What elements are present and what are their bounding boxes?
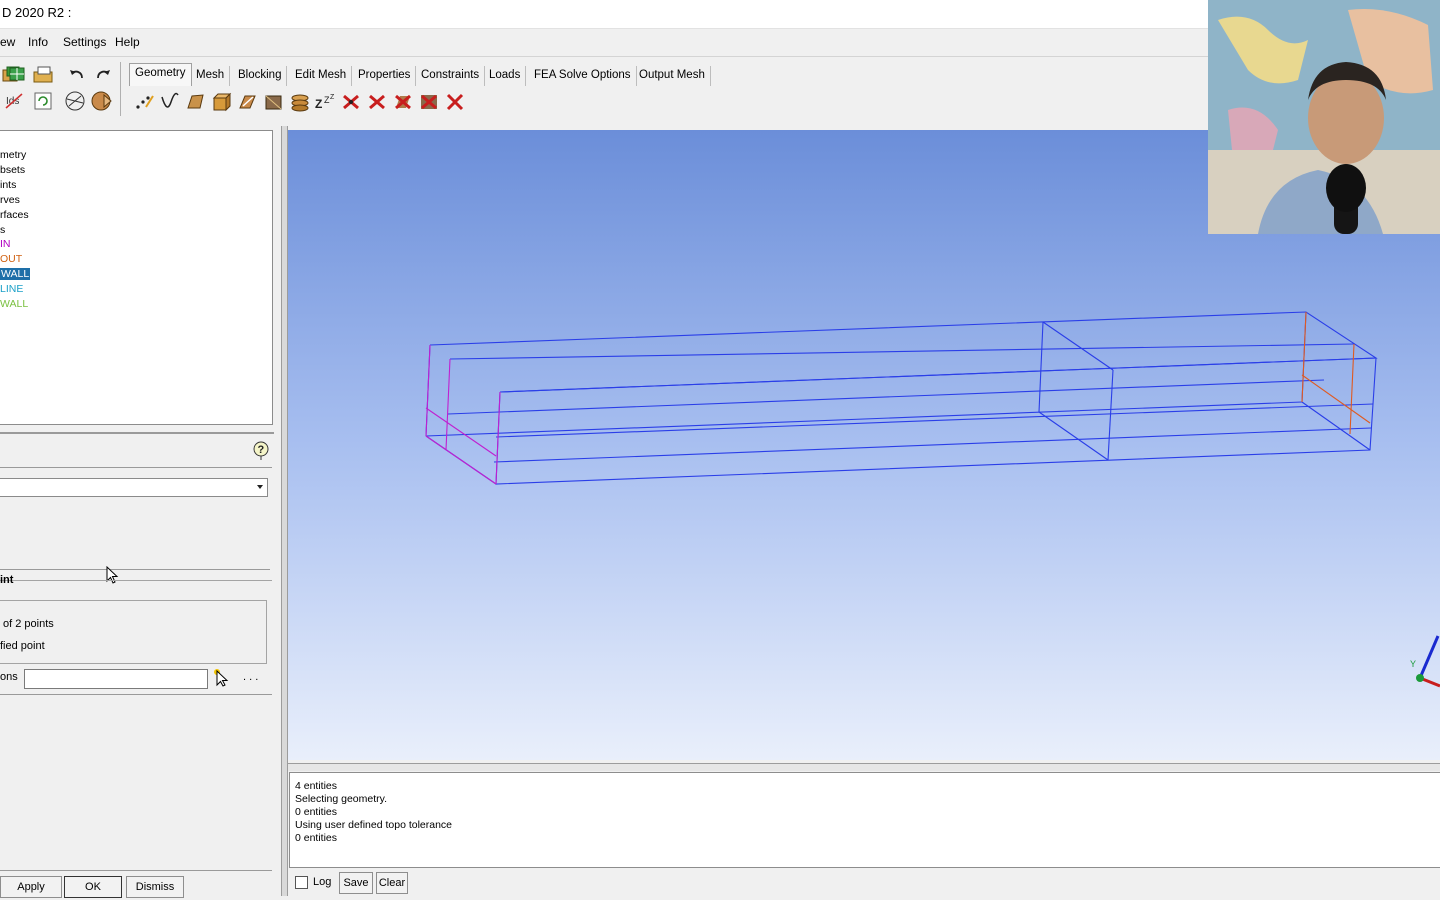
repair-geometry-icon[interactable] <box>237 91 259 113</box>
tree-item-label: IN <box>0 238 11 250</box>
menu-view[interactable]: ew <box>0 35 15 49</box>
tree-item-label: ints <box>0 179 17 191</box>
group-label: int <box>0 574 14 586</box>
tree-item-part-line[interactable]: LINE <box>0 283 23 295</box>
clear-messages-button[interactable]: Clear <box>376 872 408 894</box>
tree-item-label: metry <box>0 149 27 161</box>
menu-help[interactable]: Help <box>115 35 140 49</box>
delete-point-icon[interactable] <box>340 91 362 113</box>
tree-item-label: OUT <box>0 253 23 265</box>
divider <box>0 694 272 695</box>
tab-mesh[interactable]: Mesh <box>191 66 231 86</box>
select-cursor-icon[interactable] <box>212 668 232 691</box>
tree-item-geometry[interactable]: metry <box>0 149 26 161</box>
delete-surface-icon[interactable] <box>392 91 414 113</box>
vertical-splitter[interactable] <box>281 126 288 896</box>
mesh-file-icon[interactable] <box>6 63 28 85</box>
locations-input[interactable] <box>24 669 208 689</box>
tree-item-label: rves <box>0 194 20 206</box>
tab-blocking[interactable]: Blocking <box>233 66 288 86</box>
tree-item-label: WALL <box>0 298 29 310</box>
option-specified-point[interactable]: fied point <box>0 640 45 652</box>
message-line: 4 entities <box>295 780 338 792</box>
tree-item-label: rfaces <box>0 209 29 221</box>
divider <box>0 870 272 871</box>
redo-icon[interactable] <box>92 63 114 85</box>
menu-info[interactable]: Info <box>28 35 48 49</box>
tree-item-part-wall-selected[interactable]: WALL <box>0 268 31 280</box>
create-curve-icon[interactable] <box>159 91 181 113</box>
model-tree: metry bsets ints rves rfaces s IN OUT WA… <box>0 130 273 425</box>
wireframe-icon[interactable] <box>64 90 86 112</box>
chevron-down-icon <box>255 481 265 493</box>
tree-item-label: bsets <box>0 164 26 176</box>
tab-edit-mesh[interactable]: Edit Mesh <box>290 66 353 86</box>
more-options-button[interactable]: . . . <box>243 671 258 683</box>
tab-properties[interactable]: Properties <box>353 66 417 86</box>
tree-item-parts[interactable]: s <box>0 224 5 236</box>
tab-fea-solve-options[interactable]: FEA Solve Options <box>529 66 637 86</box>
svg-text:Z: Z <box>315 97 322 111</box>
delete-any-entity-icon[interactable] <box>444 91 466 113</box>
message-line: 0 entities <box>295 832 338 844</box>
message-window[interactable]: 4 entities Selecting geometry. 0 entitie… <box>289 772 1440 868</box>
svg-text:?: ? <box>258 444 265 456</box>
method-dropdown[interactable] <box>0 478 268 497</box>
toolbar-separator <box>120 62 121 116</box>
apply-button[interactable]: Apply <box>0 876 62 898</box>
create-point-icon[interactable] <box>134 91 156 113</box>
tab-geometry[interactable]: Geometry <box>129 63 192 86</box>
solid-shading-icon[interactable] <box>90 90 112 112</box>
tree-item-part-wall2[interactable]: WALL <box>0 298 28 310</box>
tab-loads[interactable]: Loads <box>484 66 527 86</box>
message-line: Using user defined topo tolerance <box>295 819 453 831</box>
method-group <box>0 600 267 664</box>
horizontal-splitter[interactable] <box>288 763 1440 771</box>
tree-item-points[interactable]: ints <box>0 179 16 191</box>
axis-y-label: Y <box>1410 659 1417 669</box>
tree-item-subsets[interactable]: bsets <box>0 164 25 176</box>
tab-output-mesh[interactable]: Output Mesh <box>634 66 711 86</box>
menu-bar: ew Info Settings Help <box>0 28 1208 57</box>
restore-dormant-icon[interactable]: ZZZ <box>314 91 336 113</box>
window-title: D 2020 R2 : <box>2 5 72 20</box>
delete-body-icon[interactable] <box>418 91 440 113</box>
refresh-icon[interactable] <box>32 90 54 112</box>
save-messages-button[interactable]: Save <box>339 872 373 894</box>
tree-item-part-out[interactable]: OUT <box>0 253 22 265</box>
tree-item-part-in[interactable]: IN <box>0 238 11 250</box>
tree-item-surfaces[interactable]: rfaces <box>0 209 29 221</box>
menu-settings[interactable]: Settings <box>63 35 106 49</box>
transform-geometry-icon[interactable] <box>289 91 311 113</box>
tab-constraints[interactable]: Constraints <box>416 66 486 86</box>
undo-icon[interactable] <box>66 63 88 85</box>
ok-button[interactable]: OK <box>64 876 122 898</box>
panel-splitter[interactable] <box>0 432 274 434</box>
tree-item-curves[interactable]: rves <box>0 194 20 206</box>
group-frame-top <box>0 580 272 581</box>
tree-item-label: WALL <box>0 268 31 280</box>
create-body-icon[interactable] <box>211 91 233 113</box>
tree-item-label: s <box>0 224 6 236</box>
ids-icon[interactable]: Ids <box>4 90 26 112</box>
tree-item-label: LINE <box>0 283 24 295</box>
divider <box>0 569 270 570</box>
help-icon[interactable]: ? <box>252 441 270 461</box>
option-two-points[interactable]: of 2 points <box>3 618 54 630</box>
message-line: 0 entities <box>295 806 338 818</box>
create-surface-icon[interactable] <box>185 91 207 113</box>
log-checkbox[interactable] <box>295 876 308 889</box>
mouse-cursor-icon <box>106 565 120 589</box>
title-bar: D 2020 R2 : <box>0 0 1208 28</box>
delete-curve-icon[interactable] <box>366 91 388 113</box>
webcam-overlay <box>1208 0 1440 234</box>
log-label: Log <box>313 876 332 888</box>
field-label: ons <box>0 671 18 683</box>
save-project-icon[interactable] <box>32 63 54 85</box>
divider <box>0 467 272 468</box>
message-line: Selecting geometry. <box>295 793 388 805</box>
geometry-operations-icon[interactable] <box>263 91 285 113</box>
dismiss-button[interactable]: Dismiss <box>126 876 184 898</box>
svg-text:Z: Z <box>330 94 335 101</box>
